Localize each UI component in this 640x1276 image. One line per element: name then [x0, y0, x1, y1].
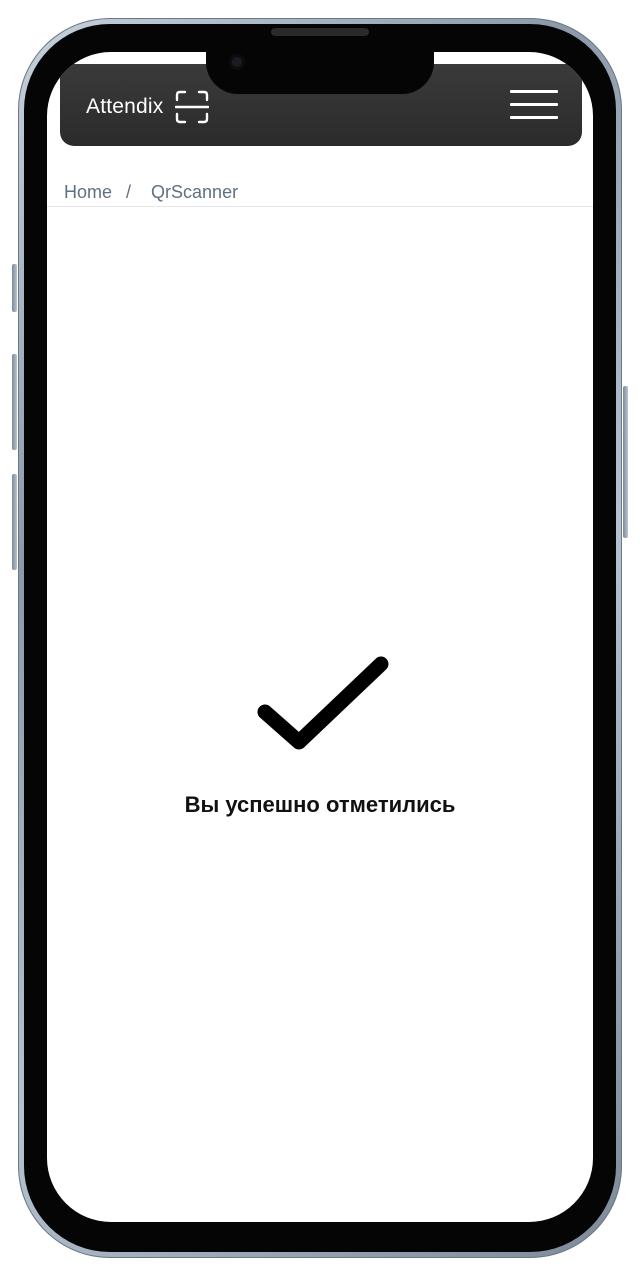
brand-name: Attendix [86, 95, 164, 118]
breadcrumb: Home / QrScanner [64, 182, 238, 203]
success-message: Вы успешно отметились [184, 792, 456, 817]
hamburger-menu-icon[interactable] [510, 88, 558, 122]
front-camera [229, 54, 245, 70]
checkmark-icon [257, 656, 389, 750]
app-screen: Attendix Home / QrScanner Вы успешно отм… [47, 52, 593, 1222]
power-button [623, 386, 628, 538]
volume-down-button [12, 474, 17, 570]
mute-switch [12, 264, 17, 312]
phone-mockup: Attendix Home / QrScanner Вы успешно отм… [0, 0, 640, 1276]
volume-up-button [12, 354, 17, 450]
qr-scan-icon [175, 90, 210, 124]
breadcrumb-separator: / [126, 182, 132, 202]
breadcrumb-current: QrScanner [151, 182, 239, 202]
breadcrumb-divider [47, 206, 593, 207]
brand-link[interactable]: Attendix [86, 90, 210, 124]
breadcrumb-home-link[interactable]: Home [64, 182, 112, 203]
speaker-grille [271, 28, 369, 36]
